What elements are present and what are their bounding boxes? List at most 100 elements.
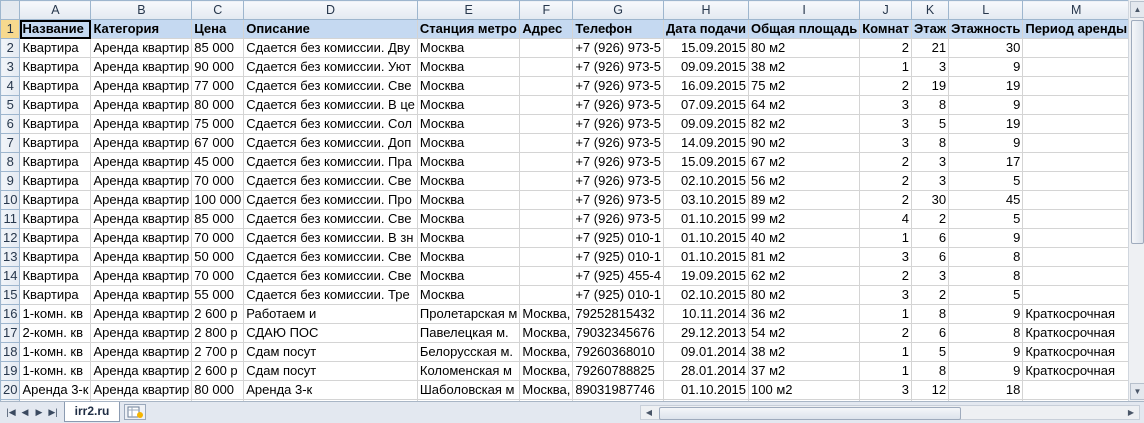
column-header[interactable]: E — [416, 0, 521, 20]
table-cell[interactable]: 2 — [910, 209, 950, 229]
table-cell[interactable]: Сдам посут — [243, 361, 418, 381]
table-cell[interactable]: Аренда квартир — [90, 266, 193, 286]
table-cell[interactable]: 1 — [859, 228, 912, 248]
row-header[interactable]: 16 — [0, 304, 21, 324]
last-sheet-icon[interactable]: ▶| — [46, 406, 60, 419]
table-cell[interactable]: 8 — [948, 266, 1024, 286]
table-cell[interactable]: Квартира — [19, 266, 92, 286]
table-cell[interactable]: 5 — [910, 342, 950, 362]
table-cell[interactable]: 3 — [859, 380, 912, 400]
table-cell[interactable]: 01.10.2015 — [662, 209, 750, 229]
table-cell[interactable]: 14.09.2015 — [662, 133, 750, 153]
table-cell[interactable]: 67 м2 — [748, 152, 861, 172]
row-header[interactable]: 9 — [0, 171, 21, 191]
table-cell[interactable]: 45 — [948, 190, 1024, 210]
table-cell[interactable]: Аренда квартир — [90, 95, 193, 115]
table-cell[interactable]: 01.10.2015 — [662, 228, 750, 248]
table-cell[interactable]: Москва — [416, 285, 521, 305]
table-cell[interactable]: Сдается без комиссии. Све — [243, 209, 418, 229]
table-cell[interactable]: 09.09.2015 — [662, 114, 750, 134]
table-cell[interactable]: 79032345676 — [572, 323, 664, 343]
table-cell[interactable]: 99 м2 — [748, 209, 861, 229]
table-cell[interactable]: Аренда 3-к — [243, 380, 418, 400]
table-cell[interactable]: 3 — [859, 133, 912, 153]
row-header[interactable]: 15 — [0, 285, 21, 305]
table-cell[interactable]: Квартира — [19, 38, 92, 58]
row-header[interactable]: 1 — [0, 19, 21, 39]
table-cell[interactable]: 18 — [948, 380, 1024, 400]
table-cell[interactable]: 6 — [910, 247, 950, 267]
scroll-right-arrow-icon[interactable]: ▶ — [1124, 406, 1138, 419]
column-header[interactable]: D — [243, 0, 418, 20]
table-cell[interactable] — [519, 285, 574, 305]
row-header[interactable]: 17 — [0, 323, 21, 343]
table-cell[interactable]: Москва, — [519, 361, 574, 381]
table-cell[interactable]: 9 — [948, 57, 1024, 77]
table-cell[interactable]: 01.10.2015 — [662, 247, 750, 267]
table-cell[interactable]: 9 — [948, 95, 1024, 115]
table-cell[interactable]: Квартира — [19, 57, 92, 77]
table-cell[interactable] — [519, 133, 574, 153]
table-cell[interactable]: 12 — [910, 380, 950, 400]
table-cell[interactable]: Москва — [416, 266, 521, 286]
row-header[interactable]: 19 — [0, 361, 21, 381]
table-cell[interactable]: 8 — [948, 323, 1024, 343]
table-cell[interactable]: 37 м2 — [748, 361, 861, 381]
header-cell[interactable]: Дата подачи — [662, 19, 750, 39]
table-cell[interactable]: 3 — [910, 266, 950, 286]
table-cell[interactable] — [519, 152, 574, 172]
table-cell[interactable]: 100 м2 — [748, 380, 861, 400]
table-cell[interactable]: 80 м2 — [748, 285, 861, 305]
row-header[interactable]: 7 — [0, 133, 21, 153]
table-cell[interactable] — [519, 228, 574, 248]
table-cell[interactable] — [519, 266, 574, 286]
table-cell[interactable]: 90 м2 — [748, 133, 861, 153]
table-cell[interactable]: Шаболовская м — [416, 380, 521, 400]
table-cell[interactable] — [1022, 266, 1128, 286]
table-cell[interactable]: 77 000 — [191, 76, 245, 96]
table-cell[interactable]: 62 м2 — [748, 266, 861, 286]
table-cell[interactable]: 70 000 — [191, 266, 245, 286]
table-cell[interactable]: +7 (925) 455-4 — [572, 266, 664, 286]
table-cell[interactable]: 1-комн. кв — [19, 361, 92, 381]
table-cell[interactable]: Квартира — [19, 114, 92, 134]
table-cell[interactable]: 3 — [859, 247, 912, 267]
table-cell[interactable]: Аренда квартир — [90, 133, 193, 153]
table-cell[interactable]: Москва — [416, 209, 521, 229]
table-cell[interactable]: Квартира — [19, 133, 92, 153]
row-header[interactable]: 6 — [0, 114, 21, 134]
table-cell[interactable]: 3 — [910, 57, 950, 77]
table-cell[interactable]: 2 — [859, 152, 912, 172]
table-cell[interactable]: 82 м2 — [748, 114, 861, 134]
table-cell[interactable] — [1022, 38, 1128, 58]
column-header[interactable]: L — [948, 0, 1024, 20]
row-header[interactable]: 14 — [0, 266, 21, 286]
table-cell[interactable]: Москва — [416, 38, 521, 58]
column-header[interactable]: K — [910, 0, 950, 20]
table-cell[interactable]: 67 000 — [191, 133, 245, 153]
table-cell[interactable]: Пролетарская м — [416, 304, 521, 324]
table-cell[interactable]: Краткосрочная — [1022, 323, 1128, 343]
table-cell[interactable]: Сдается без комиссии. Све — [243, 266, 418, 286]
header-cell[interactable]: Общая площадь — [748, 19, 861, 39]
table-cell[interactable]: Аренда квартир — [90, 304, 193, 324]
header-cell[interactable]: Период аренды — [1022, 19, 1128, 39]
table-cell[interactable]: 75 000 — [191, 114, 245, 134]
table-cell[interactable]: Москва — [416, 228, 521, 248]
table-cell[interactable]: 2 — [859, 171, 912, 191]
column-header[interactable]: F — [519, 0, 574, 20]
column-header[interactable]: B — [90, 0, 193, 20]
table-cell[interactable]: Аренда квартир — [90, 380, 193, 400]
table-cell[interactable] — [519, 76, 574, 96]
insert-sheet-icon[interactable] — [124, 404, 146, 420]
table-cell[interactable] — [1022, 57, 1128, 77]
table-cell[interactable]: Москва — [416, 76, 521, 96]
row-header[interactable]: 12 — [0, 228, 21, 248]
table-cell[interactable]: 55 000 — [191, 285, 245, 305]
table-cell[interactable]: 8 — [910, 95, 950, 115]
table-cell[interactable]: Москва, — [519, 380, 574, 400]
table-cell[interactable]: 90 000 — [191, 57, 245, 77]
table-cell[interactable]: 80 000 — [191, 95, 245, 115]
table-cell[interactable] — [1022, 133, 1128, 153]
table-cell[interactable]: 8 — [910, 304, 950, 324]
